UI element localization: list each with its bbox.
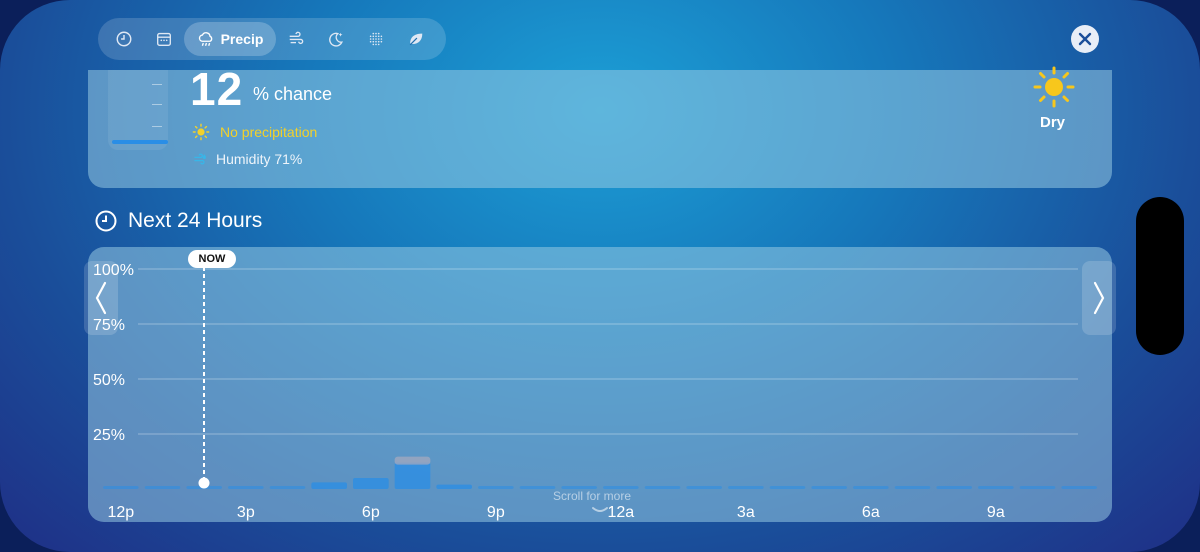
x-tick-label: 9p <box>487 504 505 521</box>
precip-gauge <box>108 70 168 150</box>
view-toolbar: Precip <box>98 18 446 60</box>
wind-icon <box>289 31 304 45</box>
chart-bar <box>519 486 556 489</box>
close-icon <box>1078 32 1092 46</box>
x-tick-label: 9a <box>987 504 1005 521</box>
chart-bar <box>228 486 264 489</box>
side-handle[interactable] <box>1136 197 1184 355</box>
sun-icon <box>1033 66 1075 108</box>
precip-status: No precipitation <box>192 123 317 141</box>
chart-bar <box>394 462 431 489</box>
chart-bar <box>103 486 139 489</box>
chart-bar <box>353 478 389 489</box>
tab-precip-label: Precip <box>220 31 264 47</box>
close-button[interactable] <box>1071 25 1099 53</box>
condition-label: Dry <box>1040 114 1066 131</box>
chart-bar <box>144 486 181 489</box>
chevron-down-icon[interactable] <box>591 505 609 515</box>
tab-wind[interactable] <box>276 22 316 56</box>
chart-bar <box>728 486 764 489</box>
chevron-left-icon <box>95 281 107 315</box>
y-tick-label: 25% <box>93 427 125 444</box>
scroll-right-button[interactable] <box>1082 261 1116 335</box>
tab-pollen[interactable] <box>396 22 436 56</box>
x-tick-label: 3p <box>237 504 255 521</box>
precip-chance-value: 12 <box>190 63 244 115</box>
scroll-left-button[interactable] <box>84 261 118 335</box>
chevron-right-icon <box>1093 281 1105 315</box>
chart-bar <box>269 486 306 489</box>
tab-air[interactable] <box>356 22 396 56</box>
chart-bar <box>978 486 1014 489</box>
leaf-icon <box>409 33 423 46</box>
now-dot <box>198 477 210 489</box>
x-tick-label: 12p <box>107 504 134 521</box>
chart-bar <box>811 486 847 489</box>
precip-chance-unit: % chance <box>253 84 333 104</box>
chart-bar <box>1061 486 1097 489</box>
next-24-hours-heading: Next 24 Hours <box>94 209 262 233</box>
x-tick-label: 6a <box>862 504 880 521</box>
tab-daily[interactable] <box>144 22 184 56</box>
gauge-tick <box>152 126 162 127</box>
x-tick-label: 3a <box>737 504 755 521</box>
clock-icon <box>116 31 132 47</box>
x-tick-label: 12a <box>607 504 634 521</box>
chart-bar <box>1019 486 1056 489</box>
moon-stars-icon <box>329 32 343 47</box>
calendar-icon <box>157 32 171 46</box>
snowflake-dots-icon <box>369 32 383 46</box>
chart-bar <box>936 486 972 489</box>
scroll-hint: Scroll for more <box>553 489 632 503</box>
chart-bar <box>436 484 472 489</box>
hourly-precip-chart-card: 100% 75% 50% 25% 12p 3p 6p 9p 12a 3a 6a 9a <box>88 247 1112 522</box>
chart-bar <box>644 486 681 489</box>
weather-precip-screen: Precip 12 % chance No precipitation Humi… <box>0 0 1200 552</box>
sun-icon <box>192 123 210 141</box>
chart-bar <box>894 486 931 489</box>
humidity-text: Humidity 71% <box>216 151 303 167</box>
humidity-icon <box>194 153 206 165</box>
tab-precip[interactable]: Precip <box>184 22 276 56</box>
clock-icon <box>95 210 117 232</box>
chart-bar <box>853 486 889 489</box>
gauge-tick <box>152 84 162 85</box>
chart-bar <box>478 486 514 489</box>
now-badge: NOW <box>188 250 236 268</box>
hourly-precip-chart: 100%75%50%25%12p 3p 6p 9p 12a 3a 6a 9a <box>93 262 1097 521</box>
gauge-tick <box>152 104 162 105</box>
chart-bar <box>311 482 347 489</box>
chart-bar <box>686 486 722 489</box>
chart-bar-cap <box>394 456 431 465</box>
humidity-row: Humidity 71% <box>192 151 302 167</box>
tab-moon[interactable] <box>316 22 356 56</box>
chart-bar <box>769 486 806 489</box>
tab-overview[interactable] <box>104 22 144 56</box>
section-title: Next 24 Hours <box>128 209 263 232</box>
gauge-level <box>112 140 168 144</box>
rain-cloud-icon <box>198 32 212 46</box>
y-tick-label: 50% <box>93 372 125 389</box>
precip-status-text: No precipitation <box>220 124 318 140</box>
precip-summary-card: 12 % chance No precipitation Humidity 71… <box>88 63 1112 188</box>
x-tick-label: 6p <box>362 504 380 521</box>
